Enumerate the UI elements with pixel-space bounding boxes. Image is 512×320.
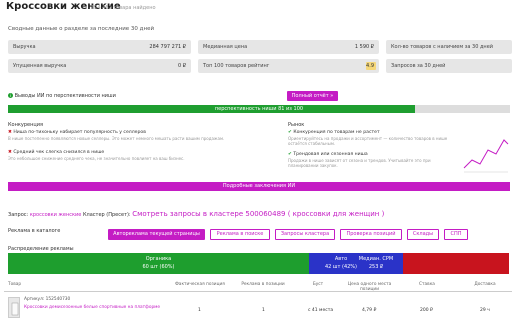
shoe-shape xyxy=(11,302,19,316)
ads-distribution-bar: Органика 60 шт (60%) Авто 42 шт (42%) Ме… xyxy=(8,253,510,274)
thumbs-down-icon: ✖ xyxy=(8,130,12,135)
point-title: Трендовая или сезонная ниша xyxy=(293,152,368,157)
query-value[interactable]: кроссовки женские xyxy=(30,212,82,218)
point-title: Конкуренция по товарам не растет xyxy=(293,130,380,135)
product-thumbnail[interactable] xyxy=(8,297,20,318)
stat-median-price: Медианная цена 1 590 ₽ xyxy=(198,40,379,54)
query-label: Запрос: xyxy=(8,212,29,218)
stat-label: Запросов за 30 дней xyxy=(391,63,446,69)
col-header-position[interactable]: Фактическая позиция xyxy=(175,282,225,287)
full-report-button[interactable]: Полный отчёт » xyxy=(287,91,338,101)
tab-position-check[interactable]: Проверка позиций xyxy=(340,229,402,240)
segment-cpm-detail: 253 ₽ xyxy=(368,264,384,270)
point-sub: В нише постепенно появляются новые селле… xyxy=(8,136,225,141)
tab-cluster-queries[interactable]: Запросы кластера xyxy=(275,229,335,240)
stat-label: Кол-во товаров с наличием за 30 дней xyxy=(391,44,494,50)
info-icon: i xyxy=(8,93,13,98)
progress-text: перспективность ниши 81 из 100 xyxy=(214,106,304,112)
product-name-link[interactable]: Кроссовки демисезонные белые спортивные … xyxy=(24,305,160,310)
stat-label: Медианная цена xyxy=(203,44,248,50)
point-sub: Ориентируйтесь на продажи и ассортимент … xyxy=(288,136,448,146)
ai-title-text: Выводы ИИ по перспективности ниши xyxy=(14,93,116,99)
tab-auto-ads[interactable]: Автореклама текущей страницы xyxy=(108,229,205,240)
tab-spp[interactable]: СПП xyxy=(444,229,468,240)
segment-detail: 60 шт (60%) xyxy=(142,264,175,270)
segment-cpm-name: Медиан. CPM xyxy=(358,256,394,262)
cluster-label: Кластер (Пресет): xyxy=(82,212,131,218)
cell-ad-position: 1 xyxy=(262,308,265,313)
found-count: 124 462 товара найдено xyxy=(91,5,156,11)
thumbs-up-icon: ✔ xyxy=(288,152,292,157)
segment-name: Органика xyxy=(145,256,172,262)
cell-position: 1 xyxy=(198,308,201,313)
cell-boost: c 41 места xyxy=(308,308,334,313)
ai-section-title: i Выводы ИИ по перспективности ниши xyxy=(8,93,116,99)
product-article: Артикул: 152540730 xyxy=(24,297,71,302)
stat-label: Упущенная выручка xyxy=(13,63,67,69)
cell-place-price: 4,79 ₽ xyxy=(362,308,377,313)
stat-value: 0 ₽ xyxy=(178,63,186,69)
summary-subtitle: Сводные данные о разделе за последние 30… xyxy=(8,26,155,32)
stat-queries: Запросов за 30 дней xyxy=(386,59,512,73)
col-header-ad-position[interactable]: Реклама в позиции xyxy=(238,282,288,287)
stat-items-in-stock: Кол-во товаров с наличием за 30 дней xyxy=(386,40,512,54)
ai-point: ✖ Средний чек слегка снизился в нише Это… xyxy=(8,150,278,161)
tab-warehouses[interactable]: Склады xyxy=(407,229,439,240)
col-header-boost[interactable]: Буст xyxy=(303,282,333,287)
stat-value: 4.9 xyxy=(366,63,374,69)
cluster-link[interactable]: Смотреть запросы в кластере 500060489 ( … xyxy=(132,210,384,218)
tab-search-ads[interactable]: Реклама в поиске xyxy=(210,229,270,240)
ads-distribution-label: Распределение рекламы xyxy=(8,246,74,252)
point-title: Средний чек слегка снизился в нише xyxy=(13,150,105,155)
stat-revenue: Выручка 284 797 271 ₽ xyxy=(8,40,191,54)
stat-value: 1 590 ₽ xyxy=(354,44,374,50)
col-header-product[interactable]: Товар xyxy=(8,282,21,287)
query-line: Запрос: кроссовки женские Кластер (Пресе… xyxy=(8,210,384,218)
shoe-image xyxy=(11,302,19,316)
ai-point: ✖ Ниша по-тихоньку набирает популярность… xyxy=(8,130,278,141)
segment-other xyxy=(403,253,509,274)
segment-auto: Авто 42 шт (42%) Медиан. CPM 253 ₽ xyxy=(309,253,403,274)
trend-line xyxy=(463,139,509,169)
ai-conclusions-button[interactable]: Подробные заключения ИИ xyxy=(8,182,510,191)
col-header-delivery[interactable]: Доставка xyxy=(470,282,500,287)
cell-delivery: 29 ч xyxy=(480,308,490,313)
stat-top100-rating: Топ 100 товаров рейтинг 4.9 xyxy=(198,59,379,73)
market-label: Рынок xyxy=(288,122,305,128)
point-title: Ниша по-тихоньку набирает популярность у… xyxy=(13,130,146,135)
ai-point: ✔ Трендовая или сезонная ниша Продажи в … xyxy=(288,152,458,168)
stat-value: 284 797 271 ₽ xyxy=(149,44,186,50)
col-header-bid[interactable]: Ставка xyxy=(412,282,442,287)
stat-label: Топ 100 товаров рейтинг xyxy=(203,63,270,69)
segment-organic: Органика 60 шт (60%) xyxy=(8,253,309,274)
competition-label: Конкуренция xyxy=(8,122,44,128)
catalog-ads-label: Реклама в каталоге xyxy=(8,228,61,234)
niche-progress-bar: перспективность ниши 81 из 100 xyxy=(8,105,510,113)
thumbs-down-icon: ✖ xyxy=(8,150,12,155)
table-divider xyxy=(4,291,512,292)
point-sub: Продажи в нише зависят от сезона и тренд… xyxy=(288,158,431,168)
thumbs-up-icon: ✔ xyxy=(288,130,292,135)
point-sub: Это небольшое снижение среднего чека, не… xyxy=(8,156,185,161)
stat-lost-revenue: Упущенная выручка 0 ₽ xyxy=(8,59,191,73)
stat-label: Выручка xyxy=(13,44,36,50)
trend-mini-chart xyxy=(463,139,509,173)
ai-point: ✔ Конкуренция по товарам не растет Ориен… xyxy=(288,130,458,146)
cell-bid: 200 ₽ xyxy=(420,308,433,313)
